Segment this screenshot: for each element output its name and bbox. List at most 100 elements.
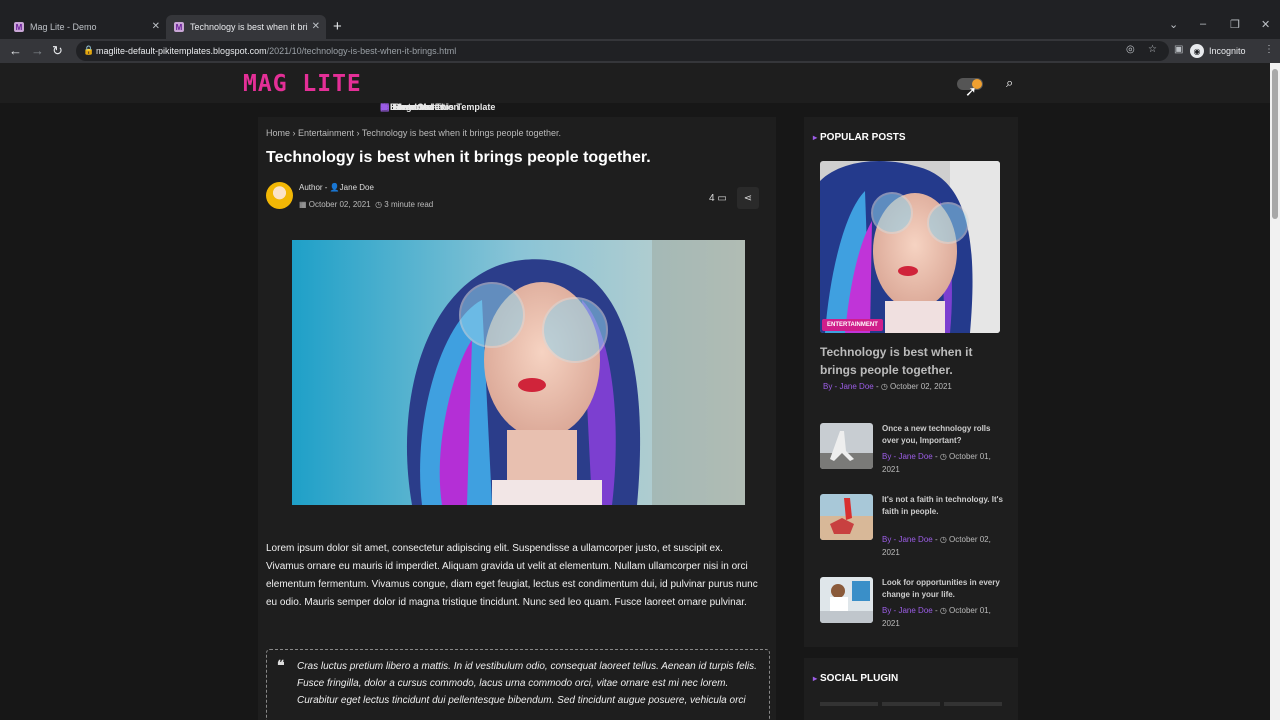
tab-strip: M Mag Lite - Demo ✕ M Technology is best… [0, 15, 1280, 39]
author-name[interactable]: Jane Doe [898, 606, 932, 615]
author-name[interactable]: Jane Doe [898, 452, 932, 461]
tab-title: Mag Lite - Demo [30, 22, 97, 32]
incognito-label: Incognito [1209, 46, 1246, 56]
social-button[interactable] [882, 702, 940, 706]
read-time: 3 minute read [384, 200, 434, 209]
post-title: Technology is best when it brings people… [266, 149, 651, 166]
minimize-icon[interactable]: – [1200, 18, 1206, 30]
post-thumbnail[interactable] [820, 577, 873, 623]
site-logo[interactable]: MAG LITE [243, 71, 362, 97]
post-body: Lorem ipsum dolor sit amet, consectetur … [266, 543, 758, 608]
post-date: October 02, 2021 [890, 382, 952, 391]
article-card: Home › Entertainment › Technology is bes… [258, 117, 776, 720]
eye-off-icon[interactable]: ◎ [1126, 44, 1135, 55]
blockquote: ❝ Cras luctus pretium libero a mattis. I… [266, 649, 770, 720]
user-icon: 👤 [329, 183, 340, 192]
forward-icon[interactable]: → [31, 43, 44, 58]
popular-featured-image[interactable] [820, 161, 1000, 333]
incognito-icon: ◉ [1190, 44, 1204, 58]
close-icon[interactable]: ✕ [312, 21, 320, 32]
breadcrumb-home[interactable]: Home [266, 128, 290, 138]
by-label: By - [823, 382, 838, 391]
url-path: /2021/10/technology-is-best-when-it-brin… [266, 46, 457, 56]
close-window-icon[interactable]: ✕ [1261, 18, 1270, 31]
post-thumbnail[interactable] [820, 423, 873, 469]
by-label: By - [882, 535, 897, 544]
close-icon[interactable]: ✕ [152, 21, 160, 32]
author-avatar[interactable] [266, 182, 293, 209]
author-name[interactable]: Jane Doe [898, 535, 932, 544]
address-bar[interactable]: 🔒 maglite-default-pikitemplates.blogspot… [76, 41, 1169, 61]
breadcrumb-category[interactable]: Entertainment [298, 128, 354, 138]
clock-icon: ◷ [880, 382, 888, 391]
reload-icon[interactable]: ↻ [52, 43, 63, 59]
by-label: By - [882, 452, 897, 461]
comment-icon: ▭ [717, 193, 727, 204]
page-scrollbar[interactable] [1270, 63, 1280, 720]
branch-icon: ⑂ [380, 101, 386, 113]
widget-title-text: POPULAR POSTS [820, 132, 906, 143]
browser-toolbar: ← → ↻ 🔒 maglite-default-pikitemplates.bl… [0, 39, 1280, 63]
favicon-icon: M [174, 22, 184, 32]
website: MAG LITE ⌂ Home ▭ Mega Menu ⌄ ≋ Features ⌄ ▭ D… [0, 63, 1270, 720]
comment-count[interactable]: 4 ▭ [709, 193, 727, 204]
widget-title-popular: ▸ POPULAR POSTS [813, 132, 906, 143]
author-name[interactable]: Jane Doe [839, 382, 873, 391]
lock-icon: 🔒 [83, 45, 95, 55]
comment-number: 4 [709, 193, 715, 204]
scrollbar-thumb[interactable] [1272, 69, 1278, 219]
thumbnail-graphic [820, 577, 873, 623]
author-name[interactable]: Jane Doe [340, 183, 374, 192]
clock-icon: ◷ [939, 535, 947, 544]
post-date: October 02, 2021 [308, 200, 371, 209]
clock-icon: ◷ [939, 452, 947, 461]
date-line: ▦ October 02, 2021 ◷ 3 minute read [299, 200, 433, 209]
tab-mag-lite-demo[interactable]: M Mag Lite - Demo ✕ [6, 15, 166, 39]
incognito-indicator[interactable]: ◉ Incognito [1190, 42, 1246, 60]
post-title[interactable]: Look for opportunities in every change i… [882, 577, 1006, 601]
bullet-icon: ▸ [813, 674, 818, 683]
popular-featured-meta: By - Jane Doe - ◷ October 02, 2021 [823, 382, 952, 391]
mouse-cursor-icon: ➚ [965, 83, 977, 99]
post-meta: By - Jane Doe - ◷ October 02, 2021 [882, 535, 991, 557]
tab-search-icon[interactable]: ⌄ [1169, 18, 1178, 31]
featured-image [292, 240, 745, 505]
post-title[interactable]: Once a new technology rolls over you, Im… [882, 423, 1006, 447]
clock-icon: ◷ [939, 606, 947, 615]
side-panel-icon[interactable]: ▣ [1174, 44, 1183, 55]
favicon-icon: M [14, 22, 24, 32]
clock-icon: ◷ [375, 200, 383, 209]
by-label: By - [882, 606, 897, 615]
back-icon[interactable]: ← [9, 43, 22, 58]
social-button[interactable] [820, 702, 878, 706]
popular-featured-title[interactable]: Technology is best when it brings people… [820, 343, 1000, 379]
browser-chrome: M Mag Lite - Demo ✕ M Technology is best… [0, 0, 1280, 63]
sidebar-social-plugin: ▸ SOCIAL PLUGIN [804, 658, 1018, 720]
popular-post-item[interactable]: Once a new technology rolls over you, Im… [820, 423, 1006, 483]
widget-title-text: SOCIAL PLUGIN [820, 673, 899, 684]
breadcrumb-current: Technology is best when it brings people… [361, 128, 562, 138]
restore-icon[interactable]: ❐ [1230, 18, 1240, 31]
star-icon[interactable]: ☆ [1148, 44, 1157, 55]
social-button[interactable] [944, 702, 1002, 706]
category-badge[interactable]: ENTERTAINMENT [822, 319, 883, 331]
search-icon[interactable]: ⌕ [1006, 75, 1013, 91]
new-tab-icon[interactable]: + [333, 18, 342, 35]
calendar-icon: ▦ [299, 200, 307, 209]
post-thumbnail[interactable] [820, 494, 873, 540]
popular-post-item[interactable]: It's not a faith in technology. It's fai… [820, 494, 1006, 557]
quote-text: Cras luctus pretium libero a mattis. In … [297, 661, 757, 706]
kebab-menu-icon[interactable]: ⋮ [1264, 44, 1274, 55]
share-icon: ⋖ [743, 192, 753, 204]
popular-post-item[interactable]: Look for opportunities in every change i… [820, 577, 1006, 637]
share-button[interactable]: ⋖ [737, 187, 759, 209]
post-title[interactable]: It's not a faith in technology. It's fai… [882, 494, 1006, 518]
thumbnail-graphic [820, 423, 873, 469]
tab-technology-post[interactable]: M Technology is best when it brings peop… [166, 15, 326, 39]
post-meta: By - Jane Doe - ◷ October 01, 2021 [882, 606, 991, 628]
site-header: MAG LITE ⌂ Home ▭ Mega Menu ⌄ ≋ Features ⌄ ▭ D… [0, 63, 1270, 113]
popular-featured-graphic [820, 161, 1000, 333]
author-line: Author - 👤Jane Doe [299, 183, 374, 192]
bullet-icon: ▸ [813, 133, 818, 142]
author-prefix: Author - [299, 183, 328, 192]
